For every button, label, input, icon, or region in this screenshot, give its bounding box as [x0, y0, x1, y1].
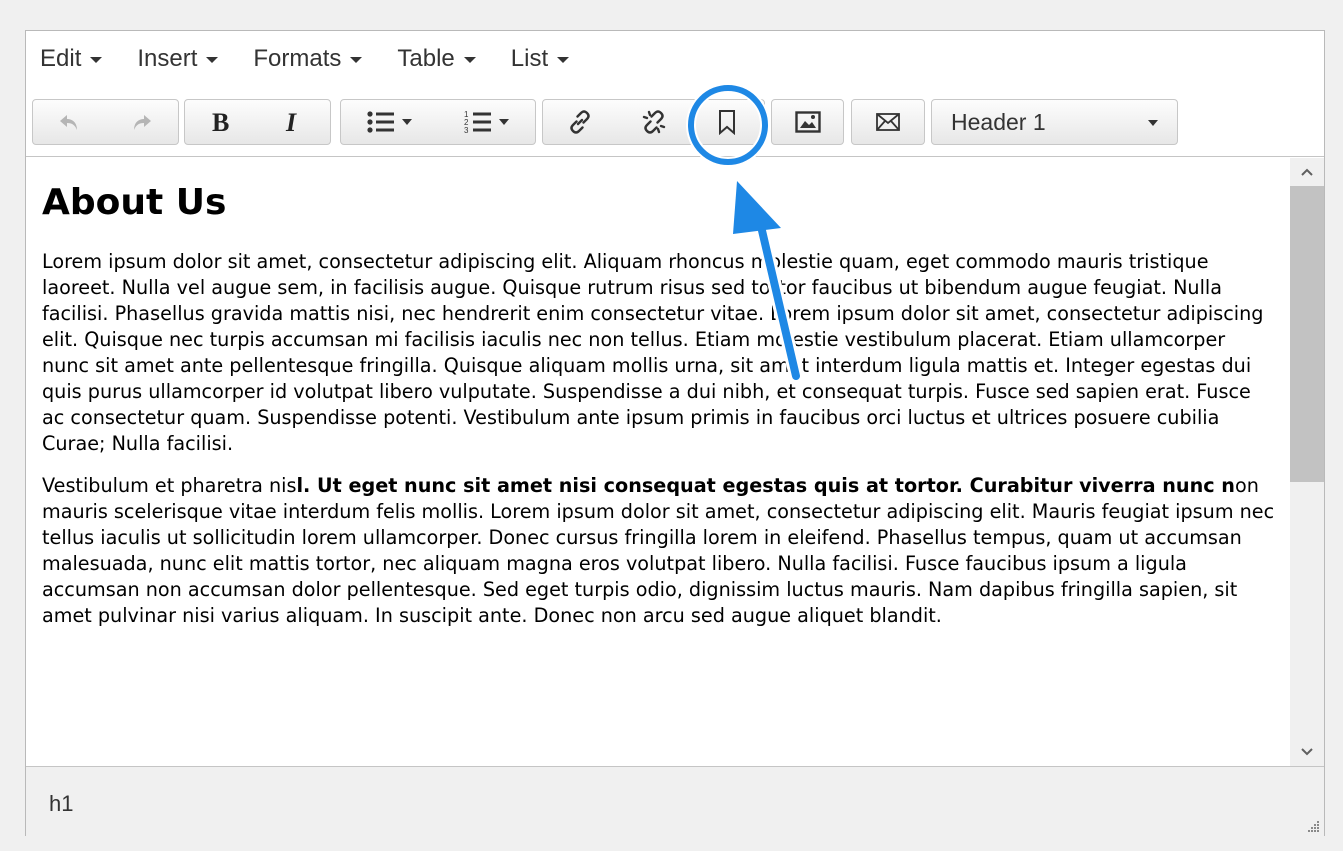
chevron-down-icon: [206, 57, 219, 63]
menu-edit[interactable]: Edit: [40, 45, 103, 73]
menu-insert-label: Insert: [137, 45, 198, 72]
paragraph: Vestibulum et pharetra nisl. Ut eget nun…: [42, 473, 1278, 629]
block-format-display[interactable]: Header 1: [932, 100, 1177, 144]
svg-text:I: I: [285, 109, 297, 135]
bookmark-icon: [719, 110, 736, 135]
chevron-down-icon: [499, 119, 509, 125]
chevron-down-icon: [557, 57, 570, 63]
history-group: [32, 99, 179, 145]
chevron-up-icon: [1301, 168, 1313, 176]
chevron-down-icon: [90, 57, 103, 63]
svg-text:B: B: [212, 109, 229, 135]
element-path[interactable]: h1: [49, 791, 73, 817]
bold-icon: B: [212, 109, 229, 135]
bold-text: l. Ut eget nunc sit amet nisi consequat …: [296, 474, 1235, 497]
menu-formats[interactable]: Formats: [253, 45, 363, 73]
image-icon: [794, 111, 821, 133]
anchor-button[interactable]: [690, 100, 764, 144]
statusbar: h1: [26, 766, 1324, 837]
bold-button[interactable]: B: [185, 100, 258, 144]
chevron-down-icon: [350, 57, 363, 63]
chevron-down-icon: [402, 119, 412, 125]
menubar: Edit Insert Formats Table List: [26, 31, 1324, 87]
redo-icon: [133, 115, 151, 130]
italic-icon: I: [285, 109, 297, 135]
unlink-icon: [642, 110, 665, 134]
email-group: [851, 99, 925, 145]
bullet-list-button[interactable]: [341, 100, 438, 144]
menu-list[interactable]: List: [510, 45, 570, 73]
scrollbar-thumb[interactable]: [1290, 186, 1324, 482]
insert-image-button[interactable]: [772, 100, 843, 144]
paragraph: Lorem ipsum dolor sit amet, consectetur …: [42, 250, 1264, 455]
rich-text-editor: Edit Insert Formats Table List B I 1 2 3…: [25, 30, 1325, 837]
chevron-down-icon: [463, 57, 476, 63]
remove-link-button[interactable]: [617, 100, 691, 144]
toolbar: B I 1 2 3 Header 1: [26, 87, 1324, 157]
svg-text:3: 3: [464, 126, 469, 134]
numbered-list-icon: 1 2 3: [464, 110, 491, 134]
vertical-scrollbar[interactable]: [1290, 158, 1324, 766]
menu-table[interactable]: Table: [397, 45, 476, 73]
scroll-down-button[interactable]: [1290, 738, 1324, 766]
list-group: 1 2 3: [340, 99, 536, 145]
email-icon: [876, 113, 900, 131]
paragraph-text: Vestibulum et pharetra nis: [42, 474, 297, 497]
menu-table-label: Table: [397, 45, 455, 72]
block-format-label: Header 1: [951, 108, 1046, 135]
block-format-select[interactable]: Header 1: [931, 99, 1178, 145]
menu-edit-label: Edit: [40, 45, 82, 72]
link-group: [542, 99, 765, 145]
scroll-up-button[interactable]: [1290, 158, 1324, 186]
chevron-down-icon: [1148, 120, 1158, 126]
link-icon: [570, 110, 590, 134]
numbered-list-button[interactable]: 1 2 3: [438, 100, 535, 144]
undo-button[interactable]: [33, 100, 106, 144]
image-group: [771, 99, 844, 145]
redo-button[interactable]: [106, 100, 179, 144]
text-style-group: B I: [184, 99, 331, 145]
editor-content[interactable]: About Us Lorem ipsum dolor sit amet, con…: [26, 158, 1292, 766]
italic-button[interactable]: I: [258, 100, 331, 144]
insert-link-button[interactable]: [543, 100, 617, 144]
resize-handle-icon[interactable]: [1306, 819, 1320, 833]
insert-email-button[interactable]: [852, 100, 924, 144]
page-heading: About Us: [42, 182, 227, 223]
menu-formats-label: Formats: [253, 45, 342, 72]
bullet-list-icon: [367, 111, 394, 133]
menu-insert[interactable]: Insert: [137, 45, 219, 73]
menu-list-label: List: [510, 45, 549, 72]
chevron-down-icon: [1301, 748, 1313, 756]
undo-icon: [60, 115, 78, 130]
